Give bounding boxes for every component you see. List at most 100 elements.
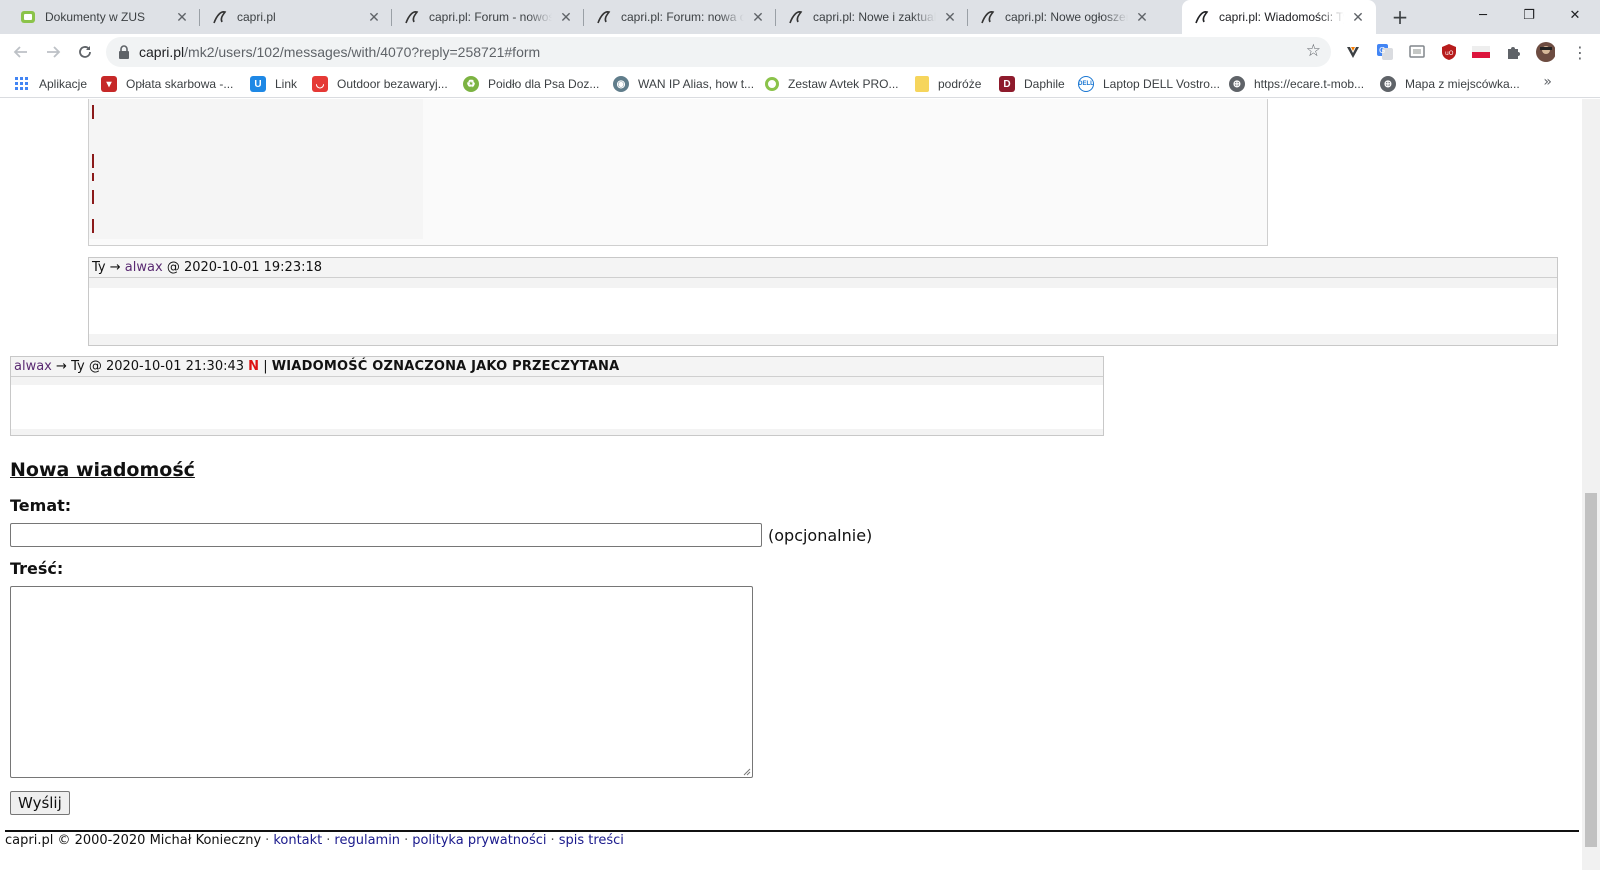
extensions-puzzle-icon[interactable]	[1503, 42, 1523, 62]
footer-link-spis-tresci[interactable]: spis treści	[559, 833, 624, 848]
bookmarks-bar: Aplikacje ▾ Opłata skarbowa -... U Link …	[0, 70, 1600, 98]
bookmark-label: Aplikacje	[39, 77, 88, 91]
send-button[interactable]: Wyślij	[10, 791, 70, 815]
footer-link-polityka[interactable]: polityka prywatności	[412, 833, 546, 848]
dell-icon: DELL	[1078, 76, 1094, 92]
reload-button[interactable]	[72, 39, 98, 65]
tab-dokumenty-zus[interactable]: Dokumenty w ZUS ✕	[8, 0, 200, 34]
footer-separator: ·	[404, 833, 409, 848]
bookmark-ecare[interactable]: ⊕ https://ecare.t-mob...	[1229, 74, 1364, 94]
page-viewport: Ty → alwax @ 2020-10-01 19:23:18 alwax →…	[0, 99, 1582, 870]
avatar[interactable]	[1535, 42, 1555, 62]
message-recipient: Ty	[71, 359, 85, 374]
translate-extension-icon[interactable]: G	[1375, 42, 1395, 62]
minimize-button[interactable]: ─	[1460, 0, 1506, 30]
lock-icon	[119, 45, 129, 59]
tab-nowe-ogloszenia[interactable]: capri.pl: Nowe ogłoszeni ✕	[968, 0, 1160, 34]
bookmark-label: Mapa z miejscówka...	[1405, 77, 1520, 91]
close-icon[interactable]: ✕	[558, 9, 574, 25]
close-icon[interactable]: ✕	[366, 9, 382, 25]
bookmarks-overflow-button[interactable]: »	[1543, 74, 1552, 90]
globe-icon: ⊕	[1380, 76, 1396, 92]
separator: |	[263, 359, 268, 374]
back-button[interactable]	[8, 39, 34, 65]
menu-kebab-icon[interactable]: ⋮	[1570, 42, 1590, 62]
page-scrollbar[interactable]	[1582, 99, 1600, 870]
close-icon[interactable]: ✕	[1350, 9, 1366, 25]
shop-icon: ◡	[312, 76, 328, 92]
bookmark-oplata-skarbowa[interactable]: ▾ Opłata skarbowa -...	[101, 74, 233, 94]
bookmark-daphile[interactable]: D Daphile	[999, 74, 1065, 94]
forum-icon: ◉	[613, 76, 629, 92]
shop-green-icon: ♻	[463, 76, 479, 92]
apps-grid-icon	[14, 76, 30, 92]
message-header: alwax → Ty @ 2020-10-01 21:30:43 N | WIA…	[11, 357, 1103, 377]
message-timestamp: 2020-10-01 21:30:43	[105, 359, 245, 374]
svg-text:uO: uO	[1445, 50, 1454, 57]
tab-title: capri.pl	[237, 10, 276, 24]
message-recipient-link[interactable]: alwax	[125, 260, 163, 275]
bookmark-label: WAN IP Alias, how t...	[638, 77, 755, 91]
address-bar[interactable]: capri.pl/mk2/users/102/messages/with/407…	[106, 37, 1331, 67]
zus-icon	[20, 9, 36, 25]
bookmark-poidlo[interactable]: ♻ Poidło dla Psa Doz...	[463, 74, 599, 94]
message-timestamp: 2020-10-01 19:23:18	[183, 260, 323, 275]
message-sender-link[interactable]: alwax	[14, 359, 52, 374]
close-window-button[interactable]: ✕	[1552, 0, 1598, 30]
bookmark-wan-ip[interactable]: ◉ WAN IP Alias, how t...	[613, 74, 754, 94]
bookmark-podroze[interactable]: podróże	[915, 74, 981, 94]
tab-title: Dokumenty w ZUS	[45, 10, 146, 24]
browser-toolbar: capri.pl/mk2/users/102/messages/with/407…	[0, 34, 1600, 70]
svg-text:G: G	[1379, 46, 1385, 55]
tab-nowe-zaktualizowane[interactable]: capri.pl: Nowe i zaktualiz ✕	[776, 0, 968, 34]
bookmark-label: Daphile	[1024, 77, 1065, 91]
circle-green-icon	[765, 77, 779, 91]
bookmark-link[interactable]: U Link	[250, 74, 297, 94]
bookmark-label: podróże	[938, 77, 982, 91]
body-label: Treść:	[10, 559, 64, 578]
bookmark-star-icon[interactable]: ☆	[1306, 41, 1321, 61]
arrow-right-icon: →	[109, 260, 121, 275]
capri-icon	[1194, 9, 1210, 25]
tab-forum-nowa[interactable]: capri.pl: Forum: nowa od ✕	[584, 0, 776, 34]
resize-grip-icon[interactable]	[741, 766, 751, 776]
footer-link-regulamin[interactable]: regulamin	[334, 833, 400, 848]
tab-title: capri.pl: Forum: nowa od	[621, 10, 744, 24]
bookmark-outdoor[interactable]: ◡ Outdoor bezawaryj...	[312, 74, 448, 94]
message-sender: Ty	[92, 260, 106, 275]
new-tab-button[interactable]: +	[1389, 5, 1411, 29]
footer-divider	[5, 830, 1579, 832]
restore-button[interactable]: ❐	[1506, 0, 1552, 30]
daphile-icon: D	[999, 76, 1015, 92]
bookmark-aplikacje[interactable]: Aplikacje	[14, 74, 87, 94]
tab-capri[interactable]: capri.pl ✕	[200, 0, 392, 34]
subject-input[interactable]	[10, 523, 762, 547]
scrollbar-thumb[interactable]	[1585, 493, 1597, 847]
polish-flag-icon[interactable]	[1471, 42, 1491, 62]
tab-forum-nowosci[interactable]: capri.pl: Forum - nowości ✕	[392, 0, 584, 34]
message-item: alwax → Ty @ 2020-10-01 21:30:43 N | WIA…	[10, 356, 1104, 436]
link-u-icon: U	[250, 76, 266, 92]
reload-icon	[79, 46, 91, 58]
close-icon[interactable]: ✕	[1134, 9, 1150, 25]
vivaldi-extension-icon[interactable]	[1343, 42, 1363, 62]
message-body	[11, 385, 1103, 429]
capri-icon	[212, 9, 228, 25]
forward-button[interactable]	[40, 39, 66, 65]
capri-icon	[980, 9, 996, 25]
close-icon[interactable]: ✕	[942, 9, 958, 25]
tab-title: capri.pl: Nowe ogłoszeni	[1005, 10, 1128, 24]
close-icon[interactable]: ✕	[750, 9, 766, 25]
footer-link-kontakt[interactable]: kontakt	[273, 833, 322, 848]
message-body-textarea[interactable]	[10, 586, 753, 778]
folder-icon	[915, 76, 929, 92]
cast-extension-icon[interactable]	[1407, 42, 1427, 62]
tab-wiadomosci[interactable]: capri.pl: Wiadomości: Ty ✕	[1182, 0, 1376, 34]
ublock-icon[interactable]: uO	[1439, 42, 1459, 62]
footer: capri.pl © 2000-2020 Michał Konieczny · ko…	[5, 833, 624, 848]
at-sign: @	[166, 260, 180, 275]
bookmark-laptop-dell[interactable]: DELL Laptop DELL Vostro...	[1078, 74, 1220, 94]
close-icon[interactable]: ✕	[174, 9, 190, 25]
bookmark-zestaw-avtek[interactable]: Zestaw Avtek PRO...	[765, 74, 898, 94]
bookmark-mapa[interactable]: ⊕ Mapa z miejscówka...	[1380, 74, 1520, 94]
